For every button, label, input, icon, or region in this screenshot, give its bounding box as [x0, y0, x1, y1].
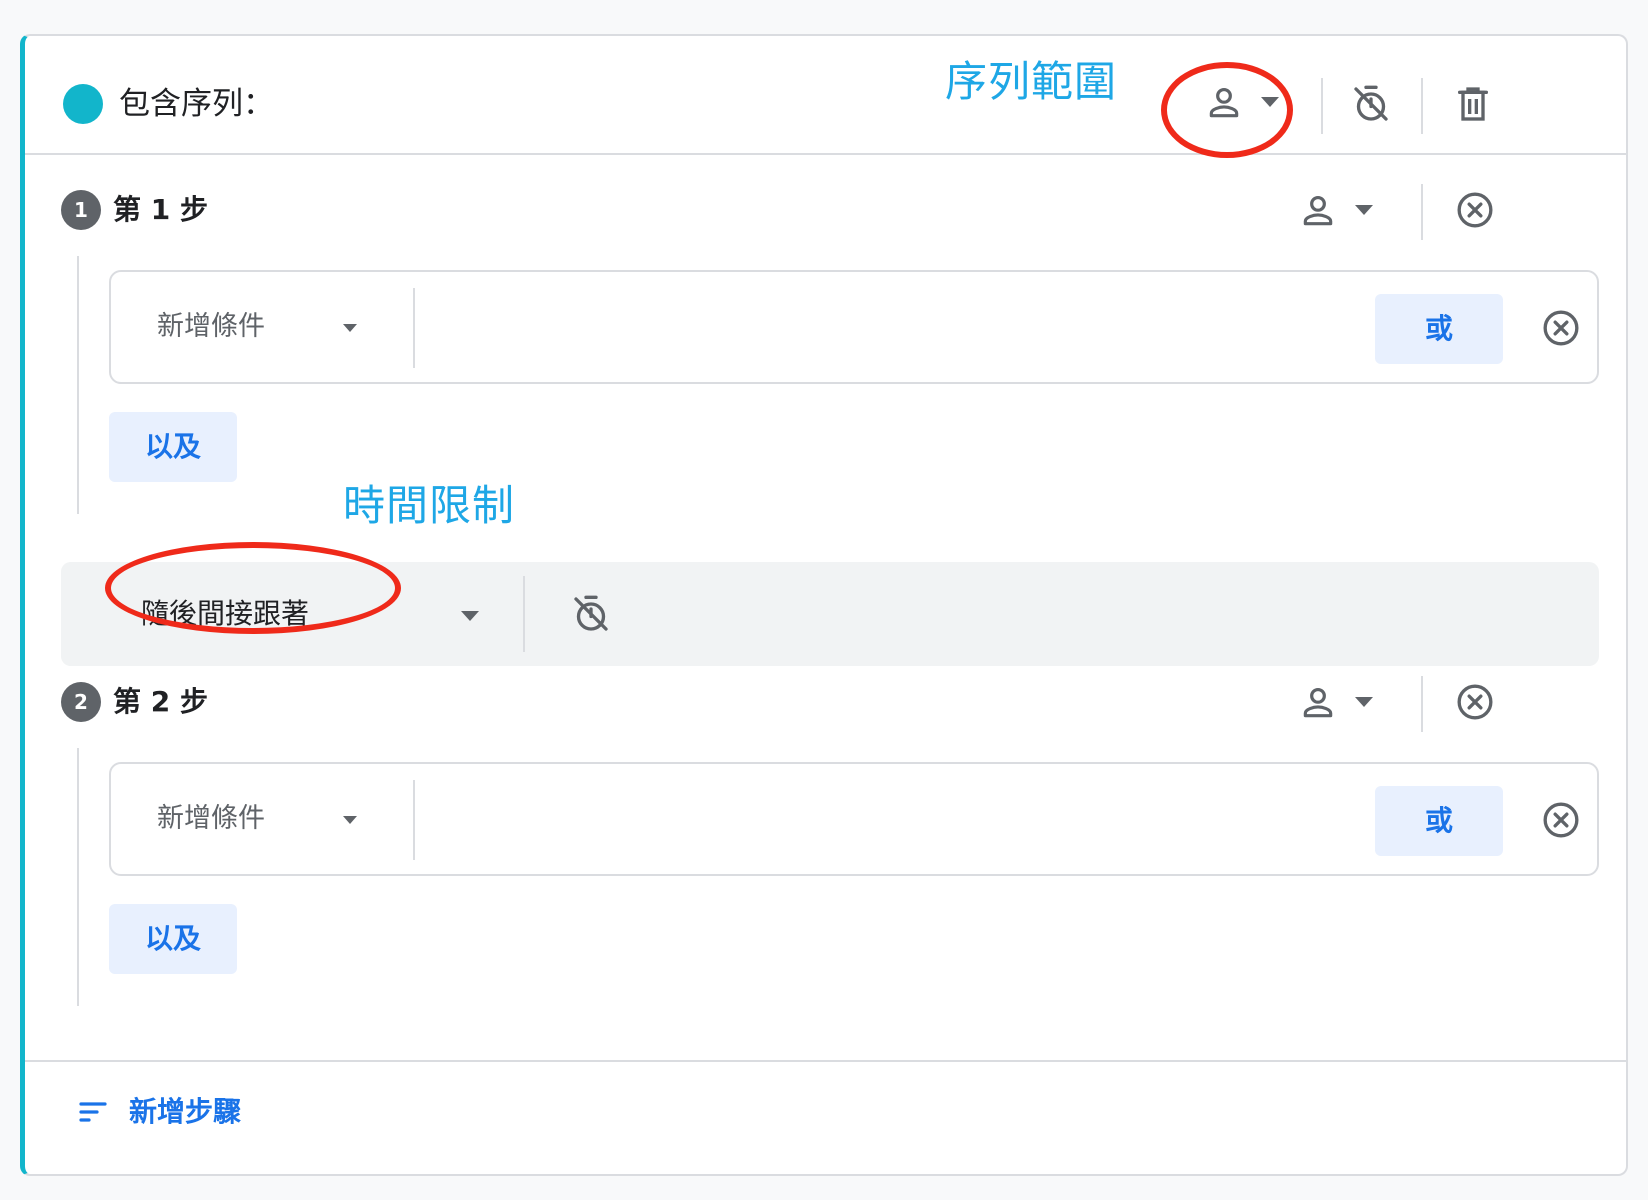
add-step-button[interactable]: 新增步驟: [129, 1092, 241, 1132]
step-number-badge: 2: [61, 682, 101, 722]
close-circle-icon[interactable]: [1541, 800, 1581, 840]
header-divider: [1421, 78, 1423, 134]
close-circle-icon[interactable]: [1455, 682, 1495, 722]
timer-off-icon[interactable]: [571, 594, 611, 634]
add-condition-select[interactable]: 新增條件: [157, 309, 265, 345]
chevron-down-icon[interactable]: [1353, 694, 1375, 710]
and-button[interactable]: 以及: [109, 412, 237, 482]
close-circle-icon[interactable]: [1455, 190, 1495, 230]
step-label: 第 2 步: [113, 685, 208, 718]
trash-icon[interactable]: [1453, 84, 1493, 124]
add-condition-select[interactable]: 新增條件: [157, 801, 265, 837]
step-connector-line: [77, 748, 79, 1006]
follow-mode-label[interactable]: 隨後間接跟著: [141, 596, 309, 632]
sequence-title: 包含序列：: [119, 86, 274, 122]
person-icon[interactable]: [1299, 684, 1337, 722]
timer-off-icon[interactable]: [1351, 84, 1391, 124]
person-icon[interactable]: [1299, 192, 1337, 230]
header-divider: [1321, 78, 1323, 134]
or-button[interactable]: 或: [1375, 294, 1503, 364]
scope-annotation-label: 序列範圍: [945, 57, 1118, 106]
and-button[interactable]: 以及: [109, 904, 237, 974]
condition-row: 新增條件 或: [109, 270, 1599, 384]
person-icon[interactable]: [1205, 84, 1243, 122]
sequence-header: 包含序列： 序列範圍: [25, 36, 1626, 158]
chevron-down-icon[interactable]: [1259, 94, 1281, 110]
condition-divider: [413, 288, 415, 368]
sequence-card: 包含序列： 序列範圍 1 第 1 步 新增條件 或 以及 時間限制 隨後間接跟著…: [20, 34, 1628, 1176]
step-divider: [1421, 184, 1423, 240]
chevron-down-icon[interactable]: [341, 322, 359, 334]
step-number-badge: 1: [61, 190, 101, 230]
condition-row: 新增條件 或: [109, 762, 1599, 876]
step-divider: [1421, 676, 1423, 732]
follow-divider: [523, 576, 525, 652]
condition-divider: [413, 780, 415, 860]
follow-mode-bar: 隨後間接跟著: [61, 562, 1599, 666]
chevron-down-icon[interactable]: [1353, 202, 1375, 218]
chevron-down-icon[interactable]: [341, 814, 359, 826]
step-connector-line: [77, 256, 79, 514]
step-label: 第 1 步: [113, 193, 208, 226]
sort-icon[interactable]: [77, 1096, 109, 1128]
chevron-down-icon[interactable]: [459, 608, 481, 624]
footer-divider: [25, 1060, 1626, 1062]
time-annotation-label: 時間限制: [343, 481, 516, 530]
sequence-color-dot: [63, 84, 103, 124]
or-button[interactable]: 或: [1375, 786, 1503, 856]
close-circle-icon[interactable]: [1541, 308, 1581, 348]
